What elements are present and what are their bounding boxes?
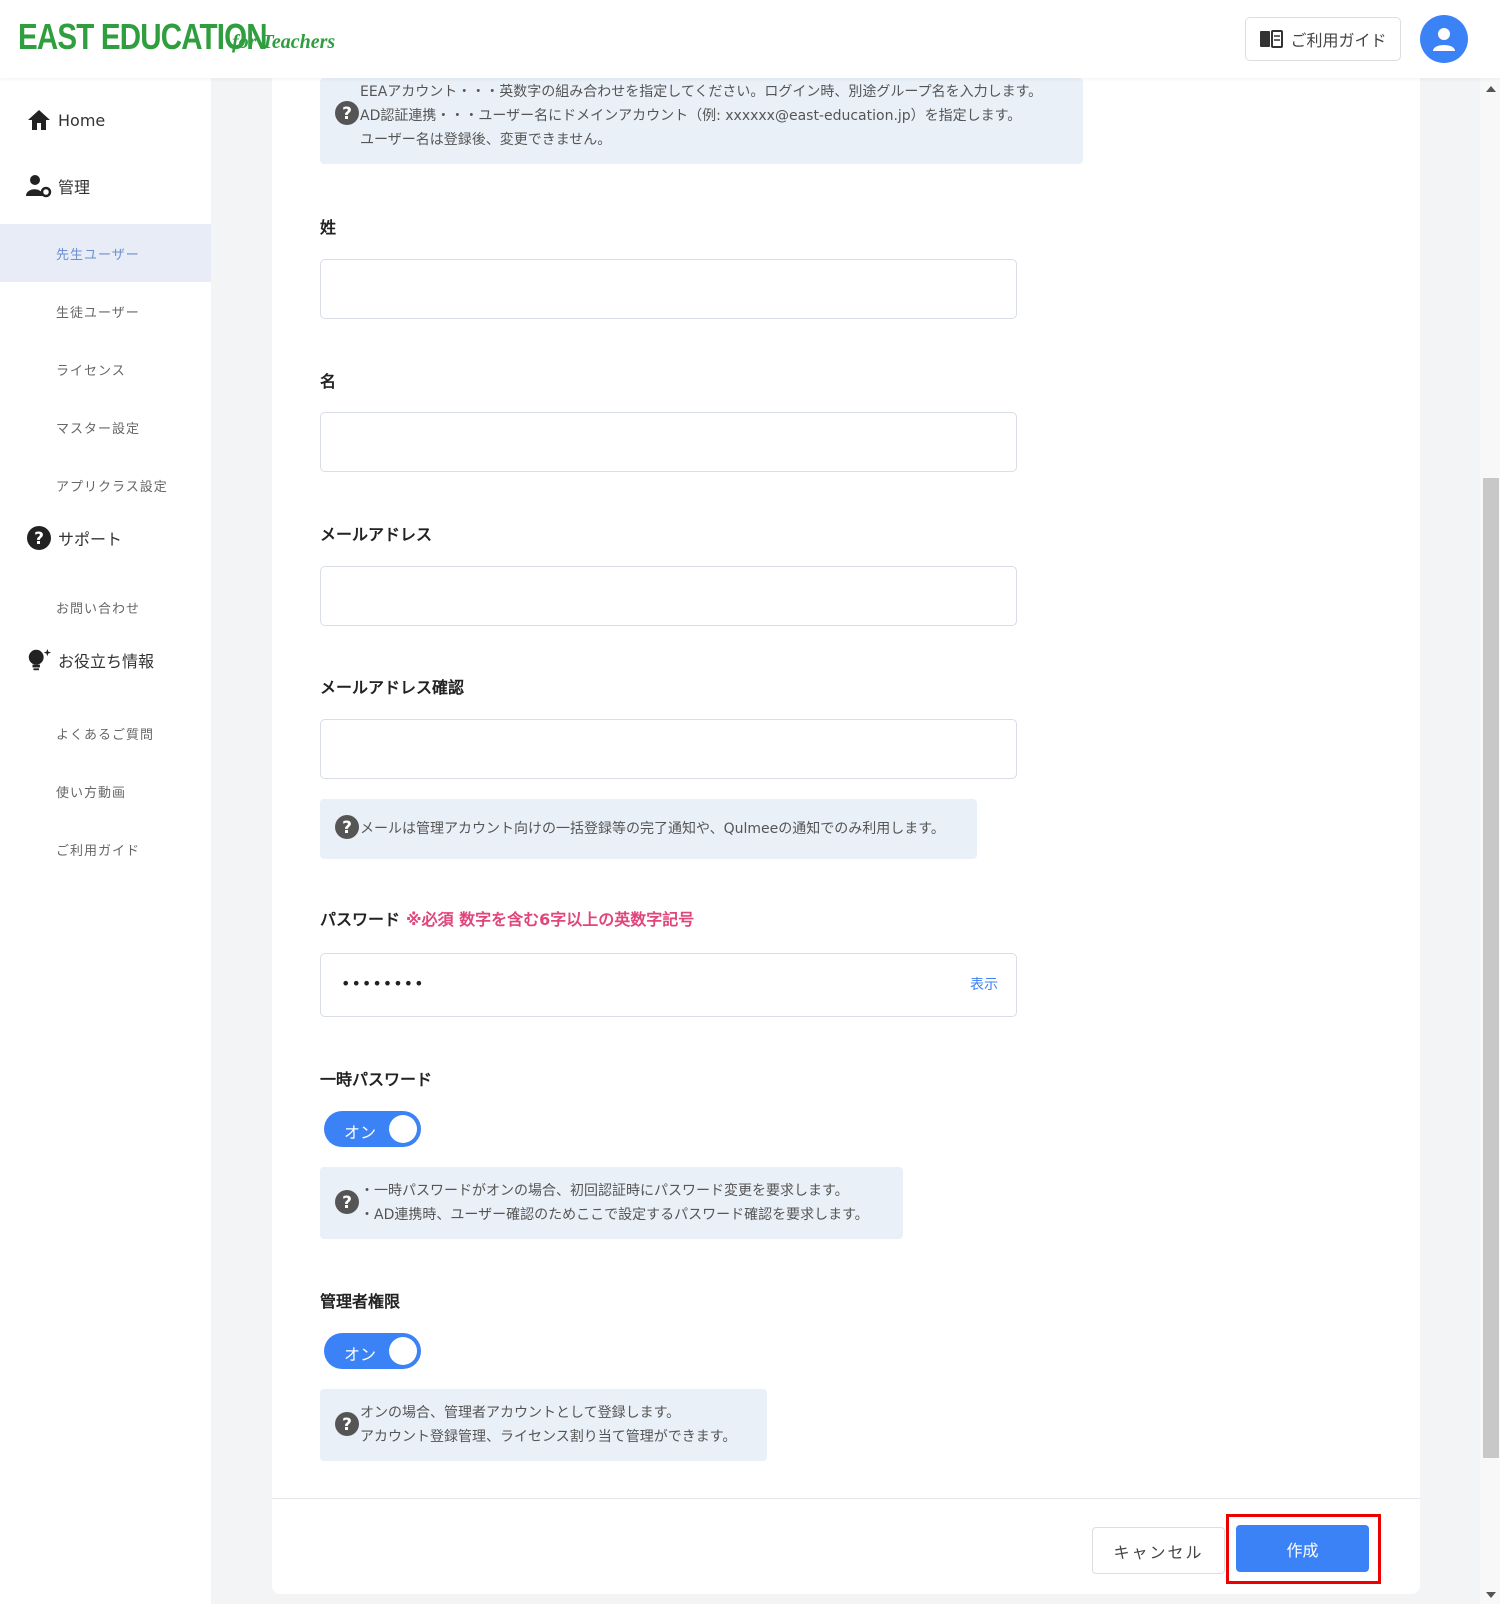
book-icon [1260, 30, 1284, 48]
scrollbar-thumb[interactable] [1483, 478, 1499, 1458]
app-header: EAST EDUCATION for Teachers ご利用ガイド [0, 0, 1500, 78]
username-help-line: EEAアカウント・・・英数字の組み合わせを指定してください。ログイン時、別途グル… [360, 84, 1043, 100]
sidebar-item-info[interactable]: お役立ち情報 [0, 642, 211, 678]
admin-toggle-label: オン [344, 1345, 377, 1364]
logo-main[interactable]: EAST EDUCATION [18, 16, 268, 58]
question-icon: ? [335, 101, 359, 125]
username-help-line: AD認証連携・・・ユーザー名にドメインアカウント（例: xxxxxx@east-… [360, 108, 1022, 124]
user-create-form: ? EEAアカウント・・・英数字の組み合わせを指定してください。ログイン時、別途… [272, 78, 1420, 1594]
guide-button-label: ご利用ガイド [1290, 31, 1387, 50]
svg-text:?: ? [342, 1415, 352, 1435]
sidebar-item-videos[interactable]: 使い方動画 [0, 762, 211, 820]
toggle-knob [389, 1337, 417, 1365]
sidebar-item-teacher-users[interactable]: 先生ユーザー [0, 224, 211, 282]
cancel-button[interactable]: キャンセル [1092, 1527, 1225, 1574]
guide-button[interactable]: ご利用ガイド [1245, 17, 1401, 61]
last-name-input[interactable] [320, 259, 1017, 319]
question-icon: ? [335, 1412, 359, 1436]
email-help-text: メールは管理アカウント向けの一括登録等の完了通知や、Qulmeeの通知でのみ利用… [360, 821, 945, 837]
email-input[interactable] [320, 566, 1017, 626]
sidebar-item-app-class-settings[interactable]: アプリクラス設定 [0, 456, 211, 514]
temp-password-help-line: ・AD連携時、ユーザー確認のためここで設定するパスワード確認を要求します。 [360, 1207, 869, 1223]
password-label-text: パスワード [320, 910, 401, 929]
username-help-box: ? EEAアカウント・・・英数字の組み合わせを指定してください。ログイン時、別途… [320, 78, 1083, 164]
password-input[interactable]: •••••••• 表示 [320, 953, 1017, 1017]
email-label: メールアドレス [320, 525, 433, 544]
last-name-label: 姓 [320, 218, 337, 237]
sidebar-label-home: Home [58, 110, 106, 130]
question-icon: ? [335, 815, 359, 839]
lightbulb-icon [26, 647, 52, 673]
question-icon: ? [335, 1190, 359, 1214]
scroll-up-arrow-icon[interactable] [1486, 86, 1496, 92]
svg-text:?: ? [342, 104, 352, 124]
admin-help-box: ? オンの場合、管理者アカウントとして登録します。 アカウント登録管理、ライセン… [320, 1389, 767, 1461]
sidebar-item-guide[interactable]: ご利用ガイド [0, 820, 211, 878]
password-label: パスワード ※必須 数字を含む6字以上の英数字記号 [320, 906, 694, 930]
sidebar-label-manage: 管理 [58, 178, 91, 197]
temp-password-toggle[interactable]: オン [324, 1111, 421, 1147]
password-requirement: ※必須 数字を含む6字以上の英数字記号 [406, 910, 695, 929]
first-name-input[interactable] [320, 412, 1017, 472]
sidebar-item-manage[interactable]: 管理 [0, 168, 211, 204]
email-help-box: ? メールは管理アカウント向けの一括登録等の完了通知や、Qulmeeの通知でのみ… [320, 799, 977, 859]
logo-sub: for Teachers [232, 31, 336, 53]
sidebar-item-master-settings[interactable]: マスター設定 [0, 398, 211, 456]
password-value: •••••••• [341, 974, 425, 993]
admin-toggle[interactable]: オン [324, 1333, 421, 1369]
first-name-label: 名 [320, 372, 337, 391]
temp-password-toggle-label: オン [344, 1123, 377, 1142]
sidebar-item-faq[interactable]: よくあるご質問 [0, 704, 211, 762]
toggle-knob [389, 1115, 417, 1143]
sidebar-label-support: サポート [58, 530, 123, 549]
home-icon [26, 107, 52, 133]
admin-help-line: オンの場合、管理者アカウントとして登録します。 [360, 1405, 681, 1421]
temp-password-label: 一時パスワード [320, 1070, 433, 1089]
password-show-link[interactable]: 表示 [970, 974, 998, 994]
scroll-down-arrow-icon[interactable] [1486, 1592, 1496, 1598]
sidebar-item-license[interactable]: ライセンス [0, 340, 211, 398]
admin-help-line: アカウント登録管理、ライセンス割り当て管理ができます。 [360, 1429, 737, 1445]
create-button[interactable]: 作成 [1236, 1525, 1369, 1572]
admin-label: 管理者権限 [320, 1292, 401, 1311]
user-icon [1433, 28, 1455, 51]
temp-password-help-line: ・一時パスワードがオンの場合、初回認証時にパスワード変更を要求します。 [360, 1183, 849, 1199]
svg-text:?: ? [342, 818, 352, 838]
question-icon: ? [26, 525, 52, 551]
svg-text:?: ? [342, 1193, 352, 1213]
footer-divider [272, 1498, 1420, 1499]
sidebar-item-home[interactable]: Home [0, 102, 211, 138]
user-gear-icon [26, 173, 52, 199]
user-avatar[interactable] [1420, 15, 1468, 63]
sidebar-item-student-users[interactable]: 生徒ユーザー [0, 282, 211, 340]
sidebar: Home 管理 先生ユーザー 生徒ユーザー ライセンス マスター設定 アプリクラ… [0, 78, 211, 1604]
sidebar-label-info: お役立ち情報 [58, 652, 155, 671]
username-help-line: ユーザー名は登録後、変更できません。 [360, 132, 612, 148]
email-confirm-label: メールアドレス確認 [320, 678, 465, 697]
temp-password-help-box: ? ・一時パスワードがオンの場合、初回認証時にパスワード変更を要求します。 ・A… [320, 1167, 903, 1239]
sidebar-item-support[interactable]: ? サポート [0, 520, 211, 556]
sidebar-item-contact[interactable]: お問い合わせ [0, 578, 211, 636]
svg-text:?: ? [34, 529, 44, 549]
email-confirm-input[interactable] [320, 719, 1017, 779]
